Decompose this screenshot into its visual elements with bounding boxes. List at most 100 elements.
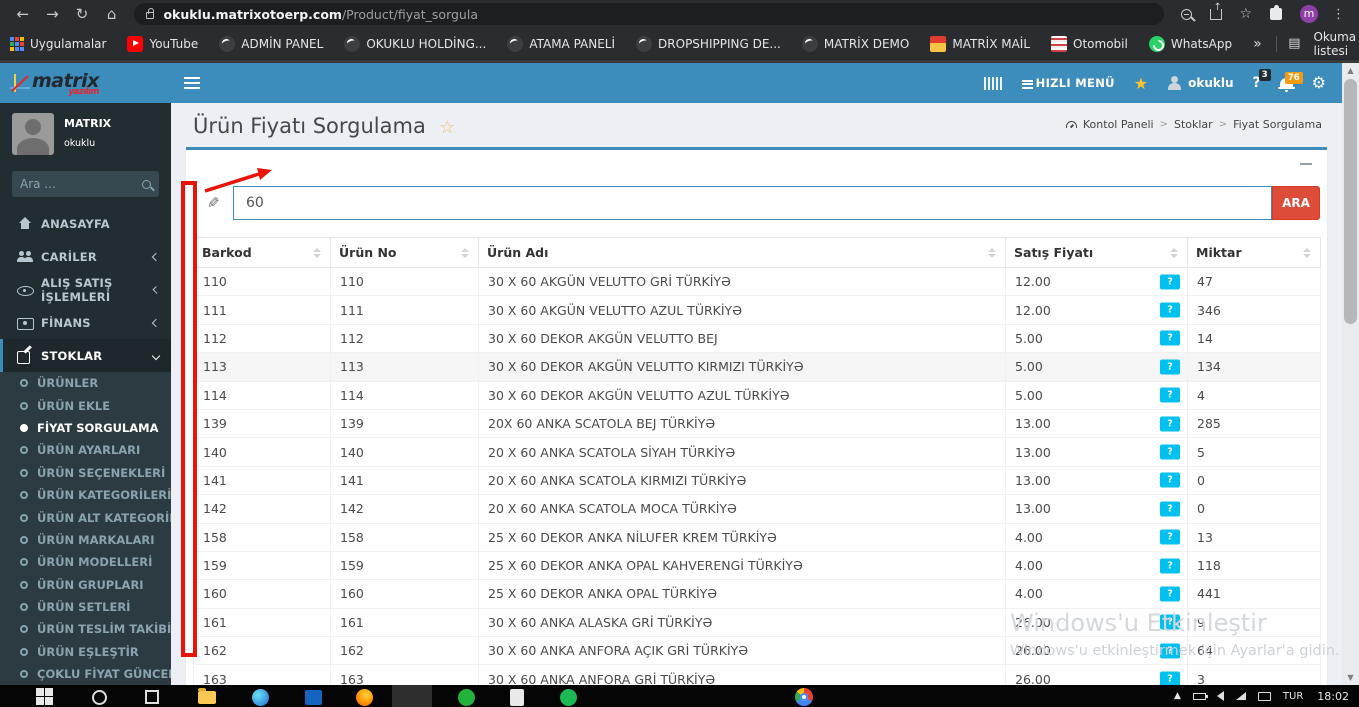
price-info-badge[interactable]: ? bbox=[1160, 472, 1180, 488]
file-explorer-icon[interactable] bbox=[198, 688, 216, 704]
back-icon[interactable]: ← bbox=[12, 3, 34, 25]
bookmark-item[interactable]: MATRİX MAİL bbox=[930, 35, 1030, 52]
bookmark-item[interactable]: Uygulamalar bbox=[10, 36, 106, 51]
sidebar-search-input[interactable] bbox=[20, 177, 142, 191]
favorites-star-icon[interactable]: ★ bbox=[1134, 74, 1148, 93]
quick-menu-button[interactable]: HIZLI MENÜ bbox=[1021, 76, 1115, 90]
submenu-item--r-n-tesli-m-taki-bi-[interactable]: ÜRÜN TESLİM TAKİBİ bbox=[0, 618, 171, 640]
bookmark-star-icon[interactable]: ☆ bbox=[1239, 6, 1252, 22]
table-row[interactable]: 161 161 30 X 60 ANKA ALASKA GRİ TÜRKİYƏ 26.… bbox=[193, 608, 1321, 638]
forward-icon[interactable]: → bbox=[42, 3, 64, 25]
sidebar-item-anasayfa[interactable]: ANASAYFA bbox=[0, 207, 171, 240]
bookmarks-overflow-icon[interactable]: » bbox=[1253, 36, 1262, 52]
table-row[interactable]: 111 111 30 X 60 AKGÜN VELUTTO AZUL TÜRKİYƏ… bbox=[193, 295, 1321, 325]
price-info-badge[interactable]: ? bbox=[1160, 302, 1180, 318]
table-row[interactable]: 113 113 30 X 60 DEKOR AKGÜN VELUTTO KIRMIZ… bbox=[193, 352, 1321, 382]
speaker-icon[interactable] bbox=[1216, 691, 1224, 701]
app-logo[interactable]: matrix yazılım bbox=[0, 63, 171, 103]
appbar-user[interactable]: okuklu bbox=[1167, 76, 1234, 90]
query-input[interactable] bbox=[233, 186, 1272, 220]
submenu-item--r-n-alt-kategori-leri-[interactable]: ÜRÜN ALT KATEGORİLERİ bbox=[0, 506, 171, 528]
bookmark-item[interactable]: ADMİN PANEL bbox=[219, 35, 323, 52]
table-row[interactable]: 112 112 30 X 60 DEKOR AKGÜN VELUTTO BEJ 5.0… bbox=[193, 324, 1321, 354]
table-row[interactable]: 162 162 30 X 60 ANKA ANFORA AÇIK GRİ TÜRKİ… bbox=[193, 636, 1321, 666]
column-header--r-n-ad-[interactable]: Ürün Adı bbox=[478, 237, 1006, 268]
start-button-icon[interactable] bbox=[36, 688, 58, 707]
table-row[interactable]: 160 160 25 X 60 DEKOR ANKA OPAL TÜRKİYƏ 4.0… bbox=[193, 579, 1321, 609]
bookmark-item[interactable]: DROPSHIPPING DE... bbox=[636, 35, 781, 52]
price-info-badge[interactable]: ? bbox=[1160, 643, 1180, 659]
search-icon[interactable] bbox=[142, 179, 151, 189]
taskbar-search-icon[interactable] bbox=[92, 690, 107, 705]
zoom-out-icon[interactable] bbox=[1181, 8, 1193, 20]
submenu-item--r-n-ayarlari[interactable]: ÜRÜN AYARLARI bbox=[0, 439, 171, 461]
submenu-item--r-nler[interactable]: ÜRÜNLER bbox=[0, 372, 171, 394]
sidebar-item-cari-ler[interactable]: CARİLER bbox=[0, 240, 171, 273]
table-row[interactable]: 159 159 25 X 60 DEKOR ANKA OPAL KAHVERENGİ… bbox=[193, 551, 1321, 581]
sidebar-item-ali-sati-i-lemleri-[interactable]: ALIŞ SATIŞ İŞLEMLERİ bbox=[0, 273, 171, 306]
price-info-badge[interactable]: ? bbox=[1160, 330, 1180, 346]
bookmark-item[interactable]: Otomobil bbox=[1051, 35, 1128, 52]
bookmark-item[interactable]: MATRİX DEMO bbox=[801, 35, 909, 52]
submenu-item--r-n-kategori-leri-[interactable]: ÜRÜN KATEGORİLERİ bbox=[0, 484, 171, 506]
price-info-badge[interactable]: ? bbox=[1160, 444, 1180, 460]
browser-menu-icon[interactable]: ⋮ bbox=[1332, 7, 1345, 22]
submenu-item--r-n-e-le-ti-r[interactable]: ÜRÜN EŞLEŞTİR bbox=[0, 641, 171, 663]
keyboard-icon[interactable] bbox=[1257, 691, 1271, 701]
search-button[interactable]: ARA bbox=[1272, 186, 1320, 220]
home-icon[interactable]: ⌂ bbox=[101, 3, 123, 25]
bookmark-item[interactable]: OKUKLU HOLDİNG... bbox=[344, 35, 486, 52]
scrollbar-up-icon[interactable]: ▲ bbox=[1342, 63, 1359, 78]
column-header--r-n-no[interactable]: Ürün No bbox=[330, 237, 479, 268]
hamburger-icon[interactable] bbox=[184, 77, 200, 89]
price-info-badge[interactable]: ? bbox=[1160, 416, 1180, 432]
submenu-item--r-n-markalari[interactable]: ÜRÜN MARKALARI bbox=[0, 529, 171, 551]
firefox-icon[interactable] bbox=[356, 689, 373, 706]
bookmark-item[interactable]: ATAMA PANELİ bbox=[507, 35, 615, 52]
spotify-icon[interactable] bbox=[560, 689, 577, 706]
settings-gears-icon[interactable]: ⚙ bbox=[1312, 75, 1326, 91]
column-header-miktar[interactable]: Miktar bbox=[1187, 237, 1321, 268]
price-info-badge[interactable]: ? bbox=[1160, 274, 1180, 290]
clock[interactable]: 18:02 bbox=[1317, 690, 1349, 703]
whatsapp-taskbar-icon[interactable] bbox=[458, 689, 475, 706]
submenu-item--r-n-modelleri-[interactable]: ÜRÜN MODELLERİ bbox=[0, 551, 171, 573]
page-scrollbar[interactable]: ▲ ▼ bbox=[1342, 63, 1359, 685]
price-info-badge[interactable]: ? bbox=[1160, 558, 1180, 574]
submenu-item-fi-yat-sorgulama[interactable]: FİYAT SORGULAMA bbox=[0, 417, 171, 439]
task-view-icon[interactable] bbox=[145, 690, 159, 704]
bookmark-item[interactable]: WhatsApp bbox=[1148, 35, 1232, 52]
browser-profile-avatar[interactable]: m bbox=[1300, 5, 1318, 23]
collapse-minus-icon[interactable] bbox=[1299, 157, 1313, 171]
notifications-button[interactable]: 76 bbox=[1277, 72, 1303, 92]
table-row[interactable]: 158 158 25 X 60 DEKOR ANKA NİLUFER KREM TÜ… bbox=[193, 523, 1321, 552]
scrollbar-down-icon[interactable]: ▼ bbox=[1342, 670, 1359, 685]
language-indicator[interactable]: TUR bbox=[1283, 691, 1303, 702]
favorite-page-star-icon[interactable]: ☆ bbox=[439, 117, 455, 138]
chrome-active-tile[interactable] bbox=[392, 685, 813, 707]
breadcrumb-item[interactable]: Kontol Paneli bbox=[1083, 118, 1154, 131]
scrollbar-thumb[interactable] bbox=[1344, 79, 1357, 324]
battery-icon[interactable] bbox=[1192, 692, 1208, 700]
table-row[interactable]: 163 163 30 X 60 ANKA ANFORA GRİ TÜRKİYƏ 26.… bbox=[193, 664, 1321, 685]
column-header-sat-fiyat-[interactable]: Satış Fiyatı bbox=[1005, 237, 1188, 268]
table-row[interactable]: 110 110 30 X 60 AKGÜN VELUTTO GRİ TÜRKİYƏ 1… bbox=[193, 267, 1321, 297]
share-icon[interactable] bbox=[1210, 2, 1223, 20]
address-bar[interactable]: okuklu.matrixotoerp.com /Product/fiyat_s… bbox=[134, 3, 1165, 25]
outlook-icon[interactable] bbox=[305, 690, 322, 705]
price-info-badge[interactable]: ? bbox=[1160, 359, 1180, 375]
edge-browser-icon[interactable] bbox=[252, 689, 269, 706]
table-row[interactable]: 142 142 20 X 60 ANKA SCATOLA MOCA TÜRKİYƏ 1… bbox=[193, 494, 1321, 524]
network-icon[interactable] bbox=[1235, 692, 1246, 700]
column-header-barkod[interactable]: Barkod bbox=[193, 237, 331, 268]
table-row[interactable]: 114 114 30 X 60 DEKOR AKGÜN VELUTTO AZUL T… bbox=[193, 381, 1321, 410]
price-info-badge[interactable]: ? bbox=[1160, 586, 1180, 602]
table-row[interactable]: 140 140 20 X 60 ANKA SCATOLA SİYAH TÜRKİYƏ… bbox=[193, 437, 1321, 467]
price-info-badge[interactable]: ? bbox=[1160, 387, 1180, 403]
submenu-item--r-n-ekle[interactable]: ÜRÜN EKLE bbox=[0, 394, 171, 416]
submenu-item--r-n-gruplari[interactable]: ÜRÜN GRUPLARI bbox=[0, 574, 171, 596]
calculator-icon[interactable] bbox=[510, 689, 524, 706]
barcode-icon[interactable] bbox=[983, 76, 1003, 90]
submenu-item--r-n-setleri-[interactable]: ÜRÜN SETLERİ bbox=[0, 596, 171, 618]
submenu-item--oklu-fi-yat-g-ncelleme[interactable]: ÇOKLU FİYAT GÜNCELLEME bbox=[0, 663, 171, 685]
